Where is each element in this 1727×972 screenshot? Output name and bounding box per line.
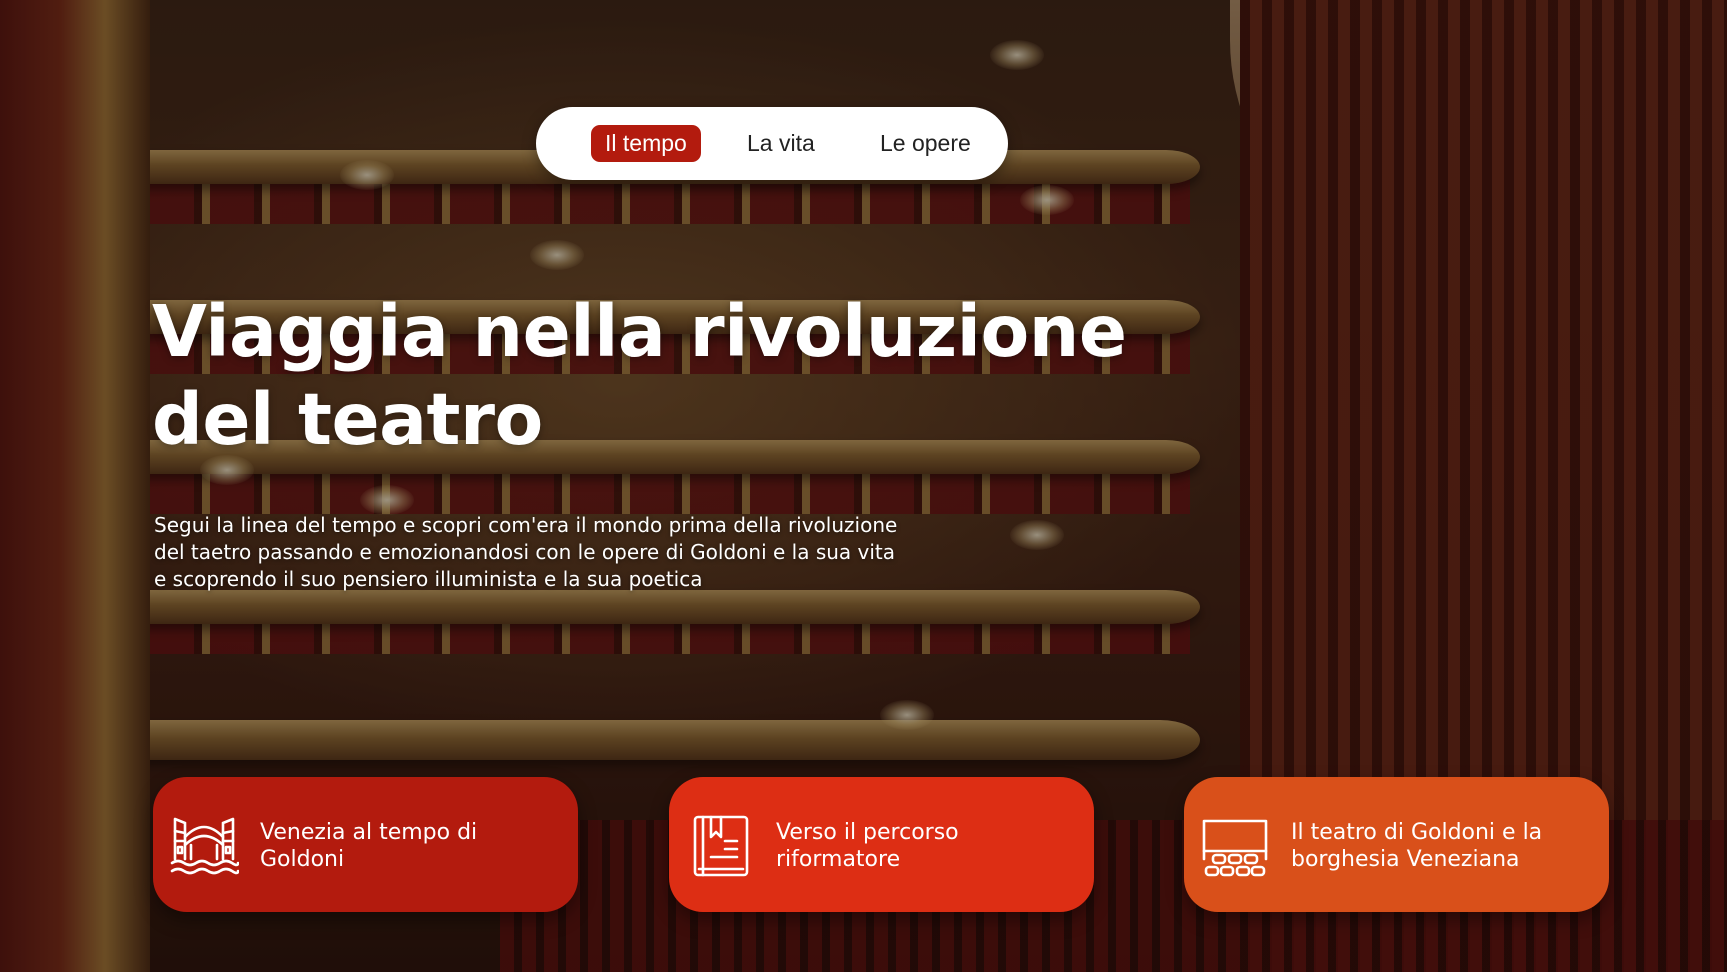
card-teatro-borghesia[interactable]: Il teatro di Goldoni e la borghesia Vene… [1184, 777, 1609, 912]
hero-intro-text: Segui la linea del tempo e scopri com'er… [154, 512, 1004, 593]
card-label: Verso il percorso riformatore [776, 819, 1076, 873]
card-label-line: Venezia al tempo di [260, 820, 478, 845]
open-book-icon [693, 815, 749, 877]
card-label-line: riformatore [776, 847, 901, 872]
intro-line: e scoprendo il suo pensiero illuminista … [154, 567, 703, 591]
card-venezia[interactable]: Venezia al tempo di Goldoni [153, 777, 578, 912]
nav-tab-le-opere[interactable]: Le opere [866, 125, 985, 162]
card-label-line: Il teatro di Goldoni e la [1291, 820, 1543, 845]
card-label-line: Verso il percorso [776, 820, 959, 845]
intro-line: Segui la linea del tempo e scopri com'er… [154, 513, 898, 537]
card-percorso-riformatore[interactable]: Verso il percorso riformatore [669, 777, 1094, 912]
venice-bridge-icon [170, 817, 239, 875]
nav-tab-il-tempo[interactable]: Il tempo [591, 125, 701, 162]
card-label-line: Goldoni [260, 847, 345, 872]
intro-line: del taetro passando e emozionandosi con … [154, 540, 896, 564]
hero-headline: Viaggia nella rivoluzione del teatro [152, 288, 1152, 464]
card-label: Venezia al tempo di Goldoni [260, 819, 560, 873]
hero-headline-line2: del teatro [152, 378, 543, 461]
section-nav: Il tempo La vita Le opere [536, 107, 1008, 180]
hero-headline-line1: Viaggia nella rivoluzione [152, 290, 1127, 373]
theatre-stage-icon [1202, 819, 1268, 877]
nav-tab-la-vita[interactable]: La vita [733, 125, 829, 162]
card-label-line: borghesia Veneziana [1291, 847, 1520, 872]
card-label: Il teatro di Goldoni e la borghesia Vene… [1291, 819, 1591, 873]
